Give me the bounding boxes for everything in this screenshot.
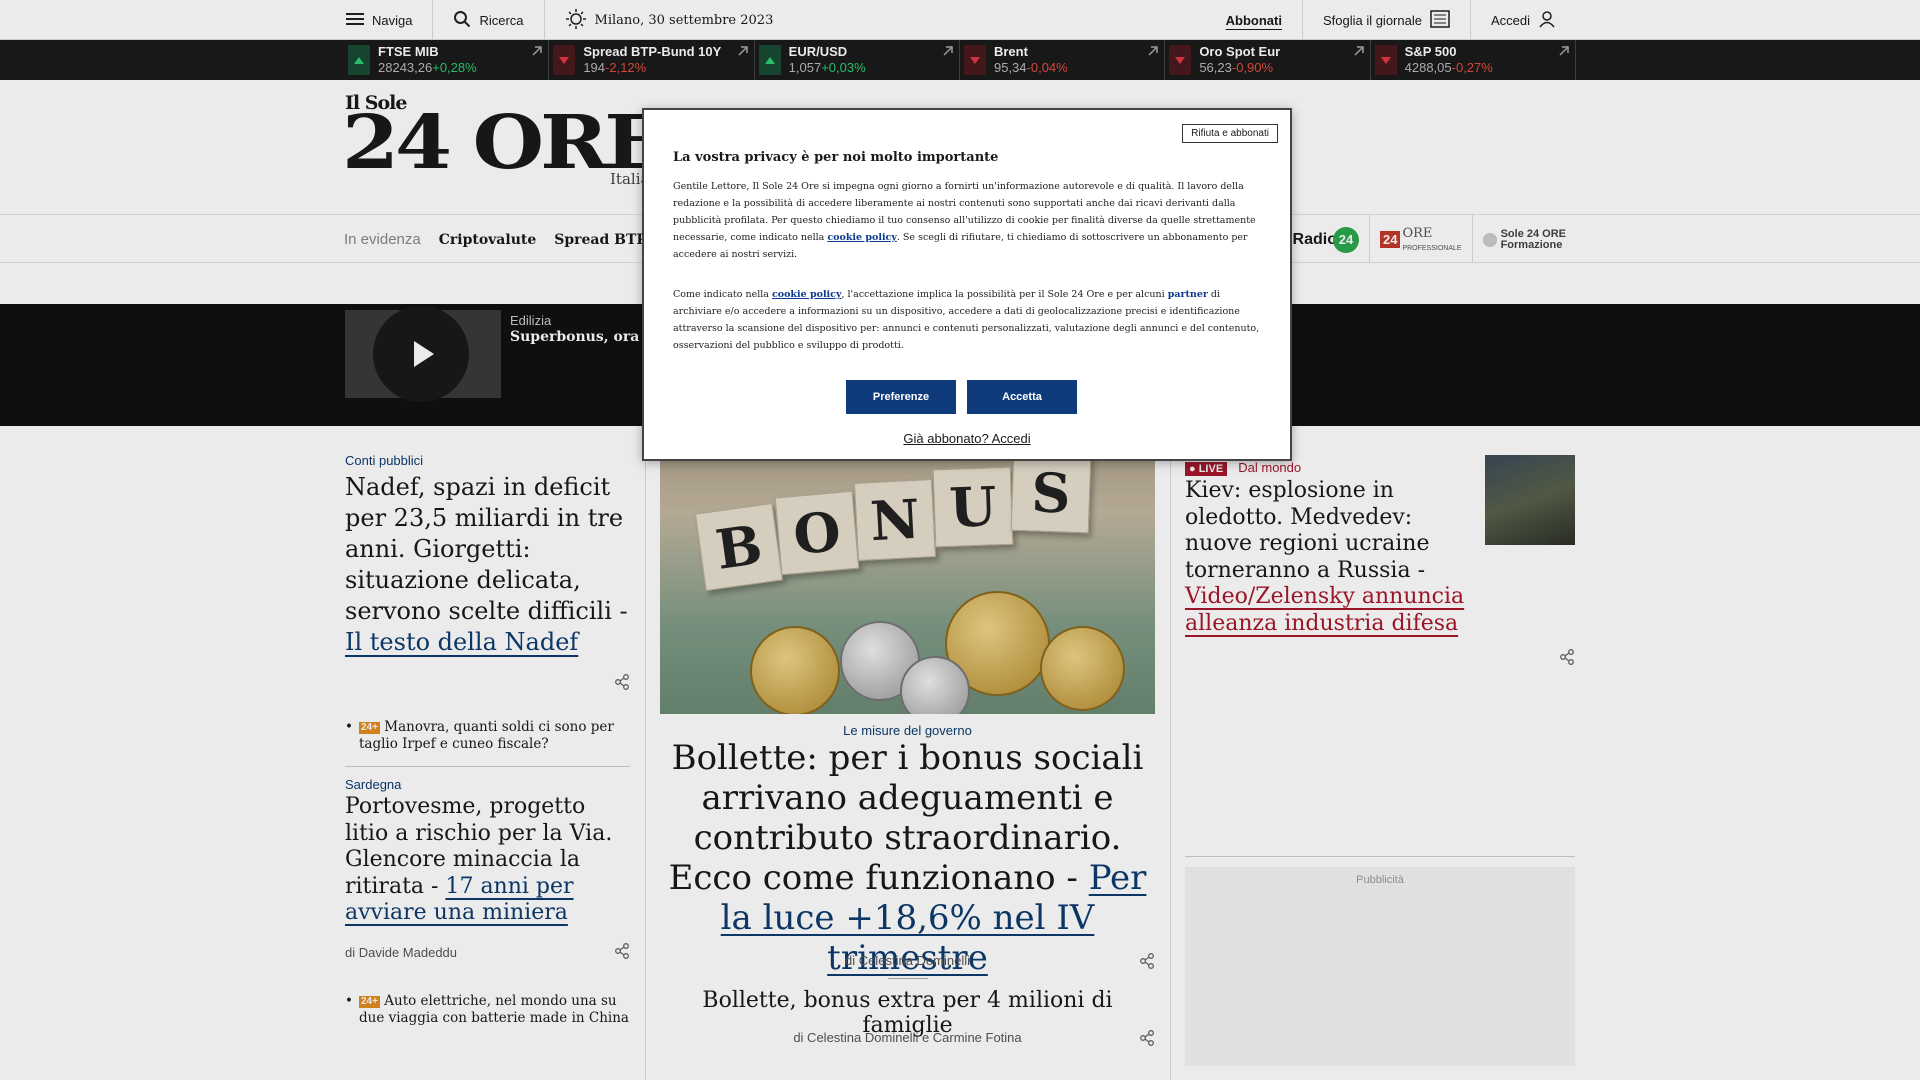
subscriber-login-link[interactable]: Già abbonato? Accedi bbox=[644, 431, 1290, 446]
partner-link[interactable]: partner bbox=[1168, 289, 1208, 300]
dialog-title: La vostra privacy è per noi molto import… bbox=[673, 150, 999, 165]
dialog-text: Come indicato nella bbox=[673, 289, 772, 300]
dialog-paragraph: Come indicato nella cookie policy, l'acc… bbox=[673, 286, 1263, 354]
reject-and-subscribe-button[interactable]: Rifiuta e abbonati bbox=[1182, 124, 1278, 143]
dialog-text: , l'accettazione implica la possibilità … bbox=[841, 289, 1168, 300]
accept-button[interactable]: Accetta bbox=[967, 380, 1077, 414]
cookie-policy-link[interactable]: cookie policy bbox=[827, 232, 897, 243]
cookie-consent-dialog: Rifiuta e abbonati La vostra privacy è p… bbox=[642, 108, 1292, 461]
dialog-paragraph: Gentile Lettore, Il Sole 24 Ore si impeg… bbox=[673, 178, 1263, 263]
cookie-policy-link[interactable]: cookie policy bbox=[772, 289, 842, 300]
preferences-button[interactable]: Preferenze bbox=[846, 380, 956, 414]
